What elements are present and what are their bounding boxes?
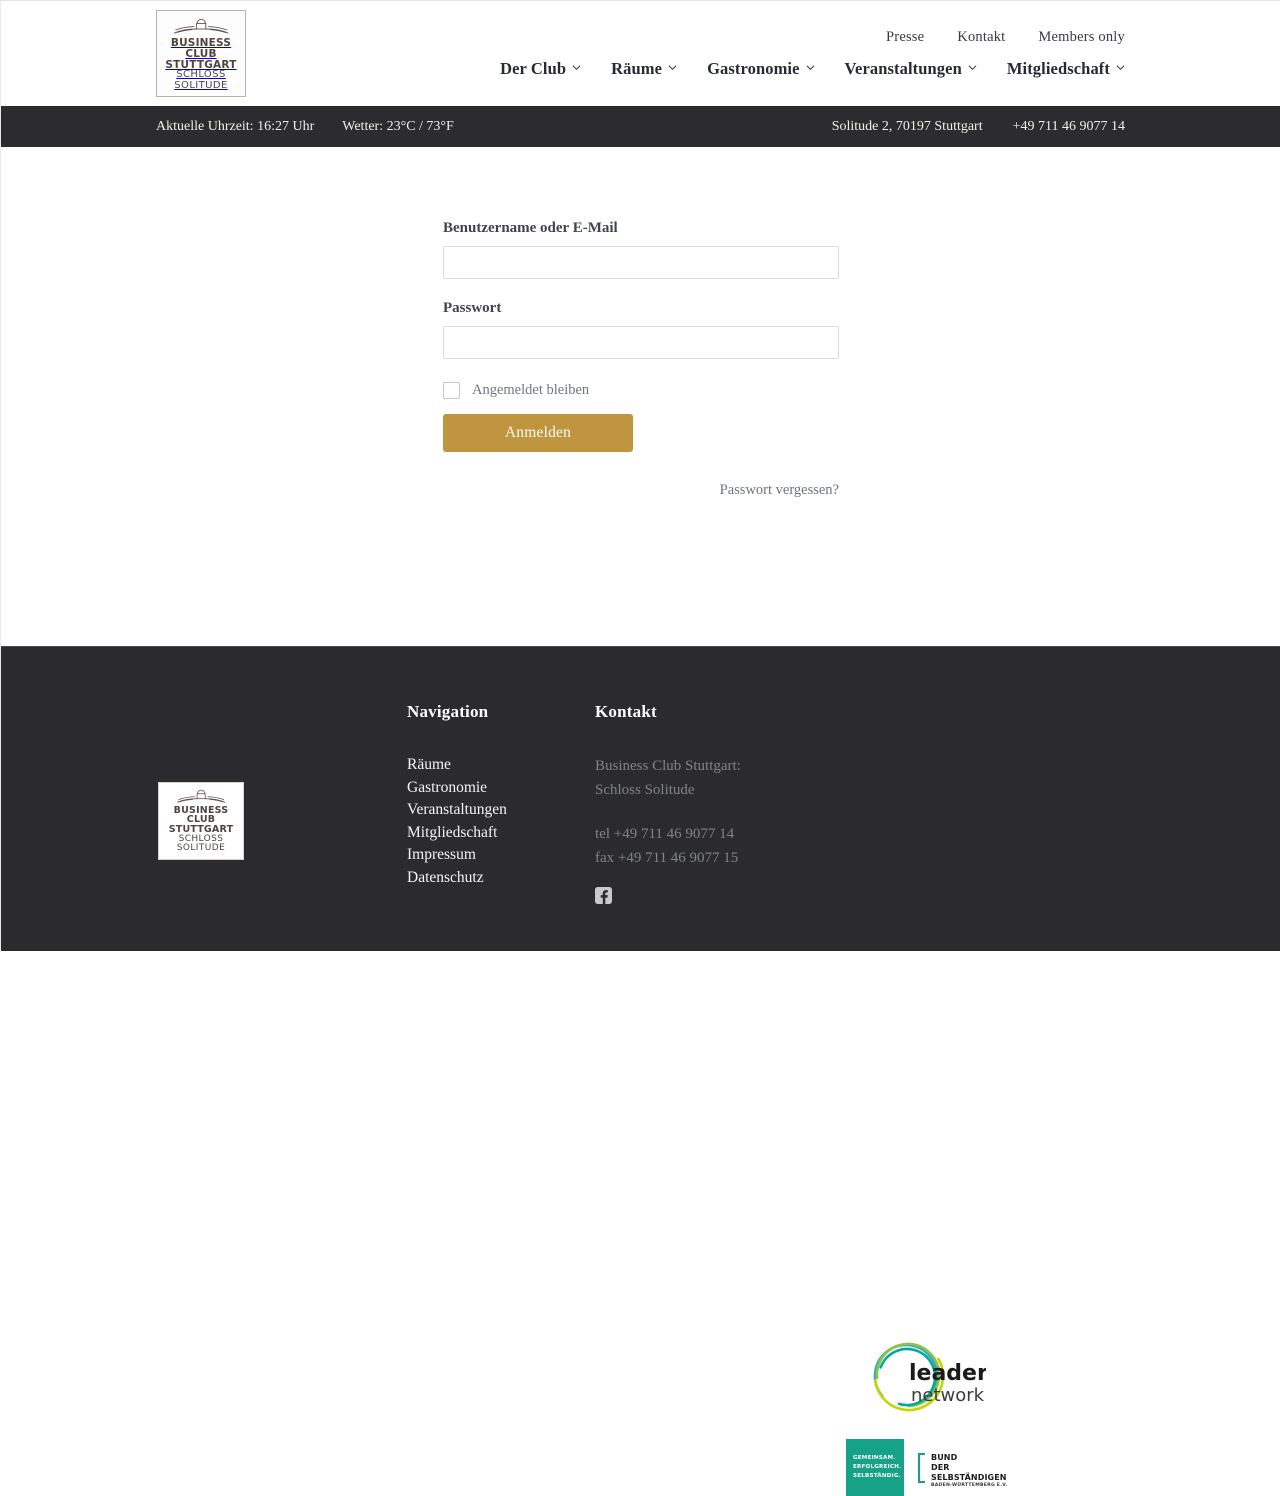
nav-item-mitgliedschaft-label: Mitgliedschaft xyxy=(1006,59,1110,78)
leaders-network-logo[interactable]: leaders network xyxy=(846,1331,986,1422)
nav-item-der-club-label: Der Club xyxy=(500,59,567,78)
page-root: BUSINESS CLUB STUTTGART SCHLOSS SOLITUDE… xyxy=(0,0,1280,1496)
username-label: Benutzername oder E-Mail xyxy=(443,220,618,236)
field-gap xyxy=(443,279,839,300)
address-text: Solitude 2, 70197 Stuttgart xyxy=(831,118,983,134)
contact-spacer xyxy=(595,802,825,822)
palace-emblem-icon xyxy=(173,789,229,804)
footer-brand-logo-text: BUSINESS CLUB STUTTGART SCHLOSS SOLITUDE xyxy=(169,806,234,853)
bds-title: BUND DER SELBSTÄNDIGEN xyxy=(931,1453,1007,1483)
info-bar-left: Aktuelle Uhrzeit: 16:27 Uhr Wetter: 23°C… xyxy=(156,119,454,135)
forgot-password-link[interactable]: Passwort vergessen? xyxy=(443,482,839,499)
list-item: Veranstaltungen xyxy=(407,799,587,822)
footer-brand-logo[interactable]: BUSINESS CLUB STUTTGART SCHLOSS SOLITUDE xyxy=(158,782,244,860)
footer-contact-details: Business Club Stuttgart: Schloss Solitud… xyxy=(595,754,825,870)
bds-slogan-line-3: SELBSTÄNDIG. xyxy=(853,1473,901,1479)
nav-item-mitgliedschaft[interactable]: Mitgliedschaft xyxy=(1007,59,1125,79)
bds-slogan-line-2: ERFOLGREICH. xyxy=(853,1464,902,1470)
chevron-down-icon xyxy=(572,63,581,72)
chevron-down-icon xyxy=(668,63,677,72)
bds-slogan: GEMEINSAM. ERFOLGREICH. SELBSTÄNDIG. xyxy=(846,1439,904,1496)
bds-title-line-2: DER xyxy=(931,1462,950,1472)
palace-emblem-icon xyxy=(170,18,232,35)
leaders-network-line-2: network xyxy=(911,1385,985,1406)
utility-nav: Presse Kontakt Members only xyxy=(886,29,1125,46)
list-item: Gastronomie xyxy=(407,777,587,800)
phone-text[interactable]: +49 711 46 9077 14 xyxy=(1013,119,1125,135)
brand-logo-text: BUSINESS CLUB STUTTGART SCHLOSS SOLITUDE xyxy=(165,38,236,90)
footer-link-veranstaltungen[interactable]: Veranstaltungen xyxy=(407,799,587,822)
footer-link-impressum[interactable]: Impressum xyxy=(407,844,587,867)
login-form: Benutzername oder E-Mail Passwort Angeme… xyxy=(443,220,839,499)
bds-title-block: BUND DER SELBSTÄNDIGEN BADEN-WÜRTTEMBERG… xyxy=(904,1439,1023,1496)
password-label: Passwort xyxy=(443,300,502,316)
site-footer: BUSINESS CLUB STUTTGART SCHLOSS SOLITUDE… xyxy=(1,646,1280,1496)
footer-contact-heading: Kontakt xyxy=(595,702,657,721)
footer-link-mitgliedschaft[interactable]: Mitgliedschaft xyxy=(407,822,587,845)
brand-logo-line-5: SOLITUDE xyxy=(174,79,228,91)
current-time: Aktuelle Uhrzeit: 16:27 Uhr xyxy=(156,118,315,134)
bds-title-line-3: SELBSTÄNDIGEN xyxy=(931,1472,1007,1482)
remember-me-row[interactable]: Angemeldet bleiben xyxy=(443,382,839,399)
footer-navigation-list: Räume Gastronomie Veranstaltungen Mitgli… xyxy=(407,754,587,889)
primary-nav: Der Club Räume Gastronomie Veranstaltung… xyxy=(500,59,1125,79)
remember-me-checkbox[interactable] xyxy=(443,382,460,399)
remember-me-label: Angemeldet bleiben xyxy=(472,382,590,398)
chevron-down-icon xyxy=(806,63,815,72)
footer-contact-name-line-1: Business Club Stuttgart: xyxy=(595,758,741,774)
bds-slogan-line-1: GEMEINSAM. xyxy=(853,1455,896,1461)
login-submit-button[interactable]: Anmelden xyxy=(443,414,633,452)
nav-item-veranstaltungen[interactable]: Veranstaltungen xyxy=(845,59,977,79)
footer-contact-fax: fax +49 711 46 9077 15 xyxy=(595,850,739,866)
main-content: Benutzername oder E-Mail Passwort Angeme… xyxy=(1,147,1280,646)
bds-title-line-1: BUND xyxy=(931,1452,958,1462)
facebook-icon[interactable] xyxy=(595,887,612,904)
info-bar: Aktuelle Uhrzeit: 16:27 Uhr Wetter: 23°C… xyxy=(1,106,1280,147)
nav-item-raume[interactable]: Räume xyxy=(611,59,677,79)
list-item: Mitgliedschaft xyxy=(407,822,587,845)
footer-navigation-heading: Navigation xyxy=(407,702,489,721)
site-header: BUSINESS CLUB STUTTGART SCHLOSS SOLITUDE… xyxy=(1,1,1280,106)
bds-subtitle: BADEN-WÜRTTEMBERG E.V. xyxy=(931,1483,1008,1488)
footer-link-gastronomie[interactable]: Gastronomie xyxy=(407,777,587,800)
list-item: Datenschutz xyxy=(407,867,587,890)
footer-contact-column: Kontakt Business Club Stuttgart: Schloss… xyxy=(595,702,825,909)
info-bar-right: Solitude 2, 70197 Stuttgart +49 711 46 9… xyxy=(832,119,1125,135)
utility-nav-item-members-only[interactable]: Members only xyxy=(1038,29,1125,46)
nav-item-raume-label: Räume xyxy=(611,59,663,78)
footer-contact-tel[interactable]: tel +49 711 46 9077 14 xyxy=(595,822,825,846)
nav-item-der-club[interactable]: Der Club xyxy=(500,59,581,79)
footer-contact-name-line-2: Schloss Solitude xyxy=(595,782,695,798)
utility-nav-item-presse[interactable]: Presse xyxy=(886,29,924,46)
leaders-network-line-1: leaders xyxy=(909,1361,986,1386)
footer-logo-line-5: SOLITUDE xyxy=(176,843,226,854)
bund-der-selbstaendigen-logo[interactable]: GEMEINSAM. ERFOLGREICH. SELBSTÄNDIG. BUN… xyxy=(846,1439,1023,1496)
nav-item-veranstaltungen-label: Veranstaltungen xyxy=(844,59,962,78)
current-weather: Wetter: 23°C / 73°F xyxy=(342,118,454,134)
footer-navigation-column: Navigation Räume Gastronomie Veranstaltu… xyxy=(407,702,587,889)
brand-logo[interactable]: BUSINESS CLUB STUTTGART SCHLOSS SOLITUDE xyxy=(156,10,246,97)
footer-link-raume[interactable]: Räume xyxy=(407,754,587,777)
username-input[interactable] xyxy=(443,246,839,279)
utility-nav-item-kontakt[interactable]: Kontakt xyxy=(957,29,1005,46)
password-input[interactable] xyxy=(443,326,839,359)
nav-item-gastronomie[interactable]: Gastronomie xyxy=(707,59,814,79)
chevron-down-icon xyxy=(1116,63,1125,72)
nav-item-gastronomie-label: Gastronomie xyxy=(707,59,800,78)
list-item: Räume xyxy=(407,754,587,777)
bds-bracket-icon xyxy=(918,1452,925,1483)
footer-link-datenschutz[interactable]: Datenschutz xyxy=(407,867,587,890)
chevron-down-icon xyxy=(968,63,977,72)
list-item: Impressum xyxy=(407,844,587,867)
